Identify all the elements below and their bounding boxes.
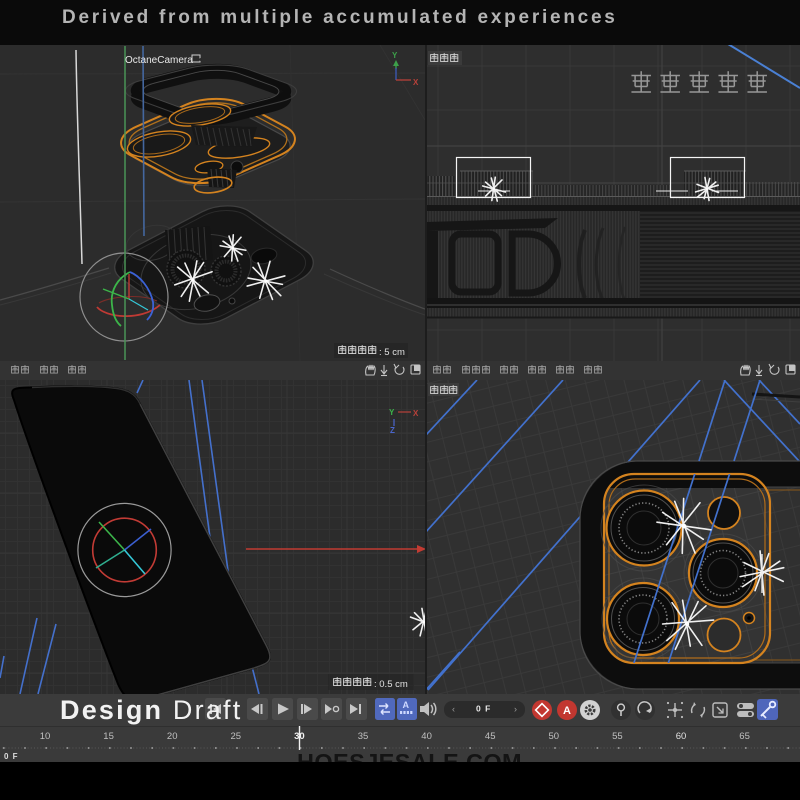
svg-text:0 F: 0 F (476, 704, 491, 714)
svg-text:A: A (403, 700, 410, 710)
svg-text:‹: ‹ (452, 704, 455, 714)
svg-text:55: 55 (612, 731, 623, 742)
svg-text:X: X (413, 78, 419, 87)
svg-text:OctaneCamera: OctaneCamera (125, 55, 193, 66)
svg-text:Y: Y (389, 408, 395, 417)
svg-text:25: 25 (231, 731, 242, 742)
svg-text:50: 50 (549, 731, 560, 742)
svg-text:35: 35 (358, 731, 369, 742)
svg-text:20: 20 (167, 731, 178, 742)
svg-text:10: 10 (40, 731, 51, 742)
svg-text:X: X (413, 409, 419, 418)
svg-text:›: › (514, 704, 517, 714)
svg-text:45: 45 (485, 731, 496, 742)
svg-text:Z: Z (390, 426, 395, 435)
svg-text:A: A (563, 705, 571, 717)
svg-text:Y: Y (392, 51, 398, 60)
svg-text:: 0.5 cm: : 0.5 cm (374, 679, 408, 690)
svg-text:40: 40 (421, 731, 432, 742)
svg-text:15: 15 (103, 731, 114, 742)
svg-text:65: 65 (739, 731, 750, 742)
svg-text:: 5 cm: : 5 cm (379, 347, 405, 358)
svg-text:60: 60 (676, 731, 687, 742)
